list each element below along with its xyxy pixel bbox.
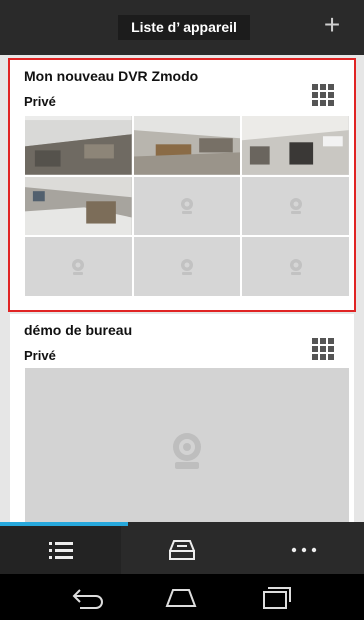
device-name: Mon nouveau DVR Zmodo [24,68,199,84]
tray-icon [168,540,195,560]
recents-icon[interactable] [258,584,294,610]
webcam-icon [180,258,193,275]
webcam-icon [180,197,193,214]
device-privacy: Privé [24,348,56,363]
grid-view-icon[interactable] [312,84,334,106]
camera-thumbnail[interactable] [25,116,132,175]
camera-offline[interactable] [242,176,349,236]
tab-storage[interactable] [121,526,242,574]
camera-offline[interactable] [133,237,241,296]
webcam-icon [289,197,302,214]
webcam-icon [289,258,302,275]
more-icon [291,547,316,553]
home-icon[interactable] [163,584,199,610]
system-navigation-bar [0,574,364,620]
camera-thumbnail[interactable] [242,116,349,175]
device-card[interactable]: Mon nouveau DVR Zmodo Privé [10,60,354,310]
app-header: Liste d’ appareil + [0,0,364,55]
camera-thumbnail[interactable] [25,176,132,236]
tab-device-list[interactable] [0,526,121,574]
tab-more[interactable] [243,526,364,574]
camera-offline[interactable] [25,237,132,296]
device-privacy: Privé [24,94,56,109]
camera-offline[interactable] [242,237,349,296]
plus-icon[interactable]: + [318,10,346,42]
page-title: Liste d’ appareil [118,15,250,40]
back-icon[interactable] [70,584,106,610]
device-name: démo de bureau [24,322,133,338]
device-list[interactable]: Mon nouveau DVR Zmodo Privé démo de bure… [0,55,364,522]
bottom-tab-bar [0,522,364,574]
webcam-icon [173,433,201,469]
webcam-icon [72,258,85,275]
camera-thumbnail[interactable] [133,116,241,175]
camera-offline[interactable] [25,368,349,522]
camera-grid [25,116,349,296]
device-card[interactable]: démo de bureau Privé [10,314,354,522]
camera-offline[interactable] [133,176,241,236]
grid-view-icon[interactable] [312,338,334,360]
list-icon [48,542,73,559]
